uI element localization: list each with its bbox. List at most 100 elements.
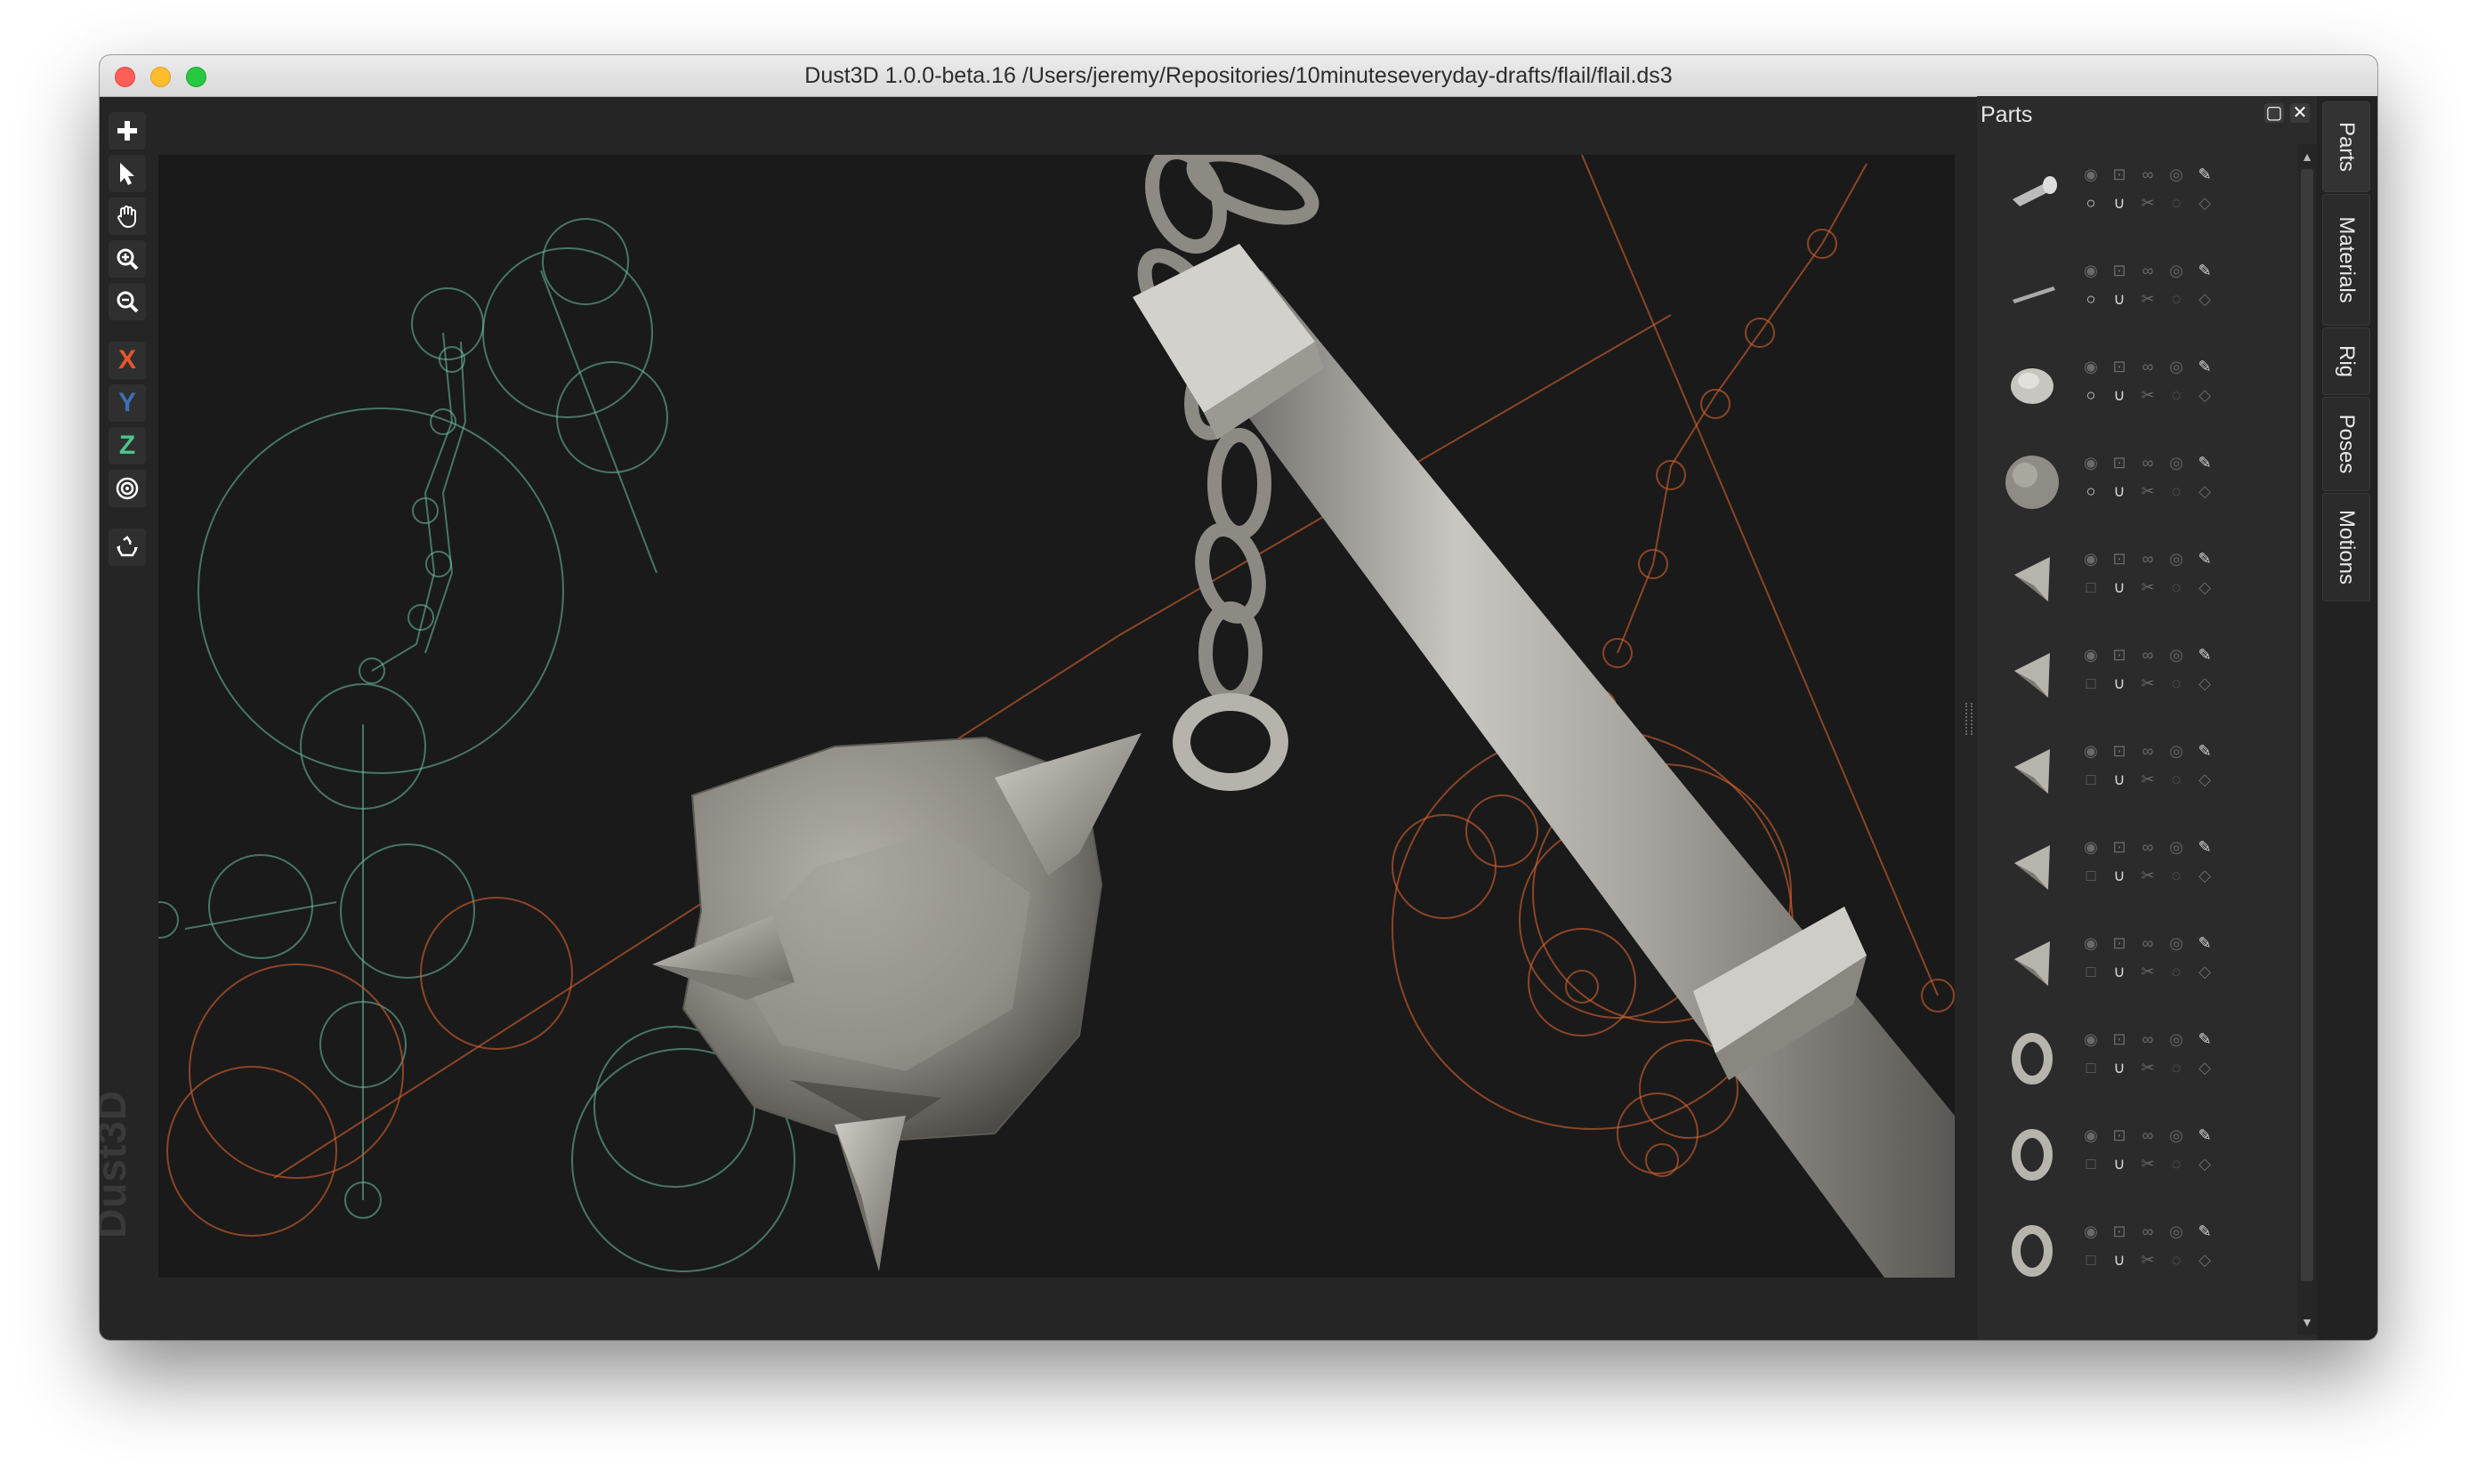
part-row[interactable]: ◉ ⊡ ∞ ◎ ✎ □ ∪ ✂ ◌ ◇ (1986, 1105, 2271, 1201)
regenerate-button[interactable] (109, 528, 146, 566)
chamfer-icon[interactable]: ◇ (2196, 963, 2214, 980)
lock-icon[interactable]: ⊡ (2110, 1126, 2128, 1144)
part-thumbnail[interactable] (1995, 827, 2070, 902)
mirror-icon[interactable]: ◎ (2167, 1030, 2185, 1048)
scroll-thumb[interactable] (2301, 169, 2313, 1281)
mirror-icon[interactable]: ◎ (2167, 646, 2185, 664)
eye-icon[interactable]: ◉ (2082, 454, 2100, 472)
cut-icon[interactable]: ✂ (2139, 770, 2157, 788)
close-panel-button[interactable]: ✕ (2290, 103, 2310, 123)
link-icon[interactable]: ∞ (2139, 1030, 2157, 1048)
cut-icon[interactable]: ✂ (2139, 1059, 2157, 1077)
part-thumbnail[interactable] (1995, 443, 2070, 518)
cut-icon[interactable]: ✂ (2139, 578, 2157, 596)
color-picker-icon[interactable]: ✎ (2196, 838, 2214, 856)
part-thumbnail[interactable] (1995, 539, 2070, 614)
rotate-icon[interactable]: ◌ (2167, 482, 2185, 500)
part-row[interactable]: ◉ ⊡ ∞ ◎ ✎ □ ∪ ✂ ◌ ◇ (1986, 625, 2271, 721)
part-row[interactable]: ◉ ⊡ ∞ ◎ ✎ □ ∪ ✂ ◌ ◇ (1986, 1009, 2271, 1105)
rotate-icon[interactable]: ◌ (2167, 194, 2185, 212)
chamfer-icon[interactable]: ◇ (2196, 578, 2214, 596)
mirror-icon[interactable]: ◎ (2167, 550, 2185, 568)
subdivide-icon[interactable]: □ (2082, 1251, 2100, 1269)
mirror-icon[interactable]: ◎ (2167, 1222, 2185, 1240)
part-thumbnail[interactable] (1995, 347, 2070, 422)
z-axis-button[interactable]: Z (109, 427, 146, 464)
lock-icon[interactable]: ⊡ (2110, 646, 2128, 664)
cut-icon[interactable]: ✂ (2139, 867, 2157, 884)
magnet-icon[interactable]: ∪ (2110, 963, 2128, 980)
part-row[interactable]: ◉ ⊡ ∞ ◎ ✎ □ ∪ ✂ ◌ ◇ (1986, 721, 2271, 817)
cut-icon[interactable]: ✂ (2139, 290, 2157, 308)
rotate-icon[interactable]: ◌ (2167, 1251, 2185, 1269)
mirror-icon[interactable]: ◎ (2167, 454, 2185, 472)
part-thumbnail[interactable] (1995, 1212, 2070, 1286)
color-picker-icon[interactable]: ✎ (2196, 550, 2214, 568)
rotate-icon[interactable]: ◌ (2167, 578, 2185, 596)
chamfer-icon[interactable]: ◇ (2196, 482, 2214, 500)
link-icon[interactable]: ∞ (2139, 358, 2157, 375)
lock-icon[interactable]: ⊡ (2110, 838, 2128, 856)
part-thumbnail[interactable] (1995, 1020, 2070, 1094)
rotate-icon[interactable]: ◌ (2167, 386, 2185, 404)
subdivide-icon[interactable]: □ (2082, 770, 2100, 788)
select-button[interactable] (109, 155, 146, 192)
color-picker-icon[interactable]: ✎ (2196, 1222, 2214, 1240)
magnet-icon[interactable]: ∪ (2110, 1155, 2128, 1173)
eye-icon[interactable]: ◉ (2082, 165, 2100, 183)
eye-icon[interactable]: ◉ (2082, 262, 2100, 279)
lock-icon[interactable]: ⊡ (2110, 742, 2128, 760)
mirror-icon[interactable]: ◎ (2167, 262, 2185, 279)
rotate-icon[interactable]: ◌ (2167, 290, 2185, 308)
subdivide-icon[interactable]: ○ (2082, 482, 2100, 500)
x-axis-button[interactable]: X (109, 342, 146, 379)
lock-icon[interactable]: ⊡ (2110, 1030, 2128, 1048)
subdivide-icon[interactable]: □ (2082, 963, 2100, 980)
link-icon[interactable]: ∞ (2139, 165, 2157, 183)
scroll-up-icon[interactable]: ▲ (2300, 149, 2314, 164)
magnet-icon[interactable]: ∪ (2110, 1251, 2128, 1269)
color-picker-icon[interactable]: ✎ (2196, 165, 2214, 183)
part-thumbnail[interactable] (1995, 923, 2070, 998)
eye-icon[interactable]: ◉ (2082, 934, 2100, 952)
scroll-down-icon[interactable]: ▼ (2300, 1315, 2314, 1329)
part-thumbnail[interactable] (1995, 1116, 2070, 1190)
model-viewport[interactable] (158, 155, 1955, 1278)
mirror-icon[interactable]: ◎ (2167, 742, 2185, 760)
magnet-icon[interactable]: ∪ (2110, 194, 2128, 212)
magnet-icon[interactable]: ∪ (2110, 578, 2128, 596)
color-picker-icon[interactable]: ✎ (2196, 358, 2214, 375)
tab-motions[interactable]: Motions (2322, 493, 2370, 601)
color-picker-icon[interactable]: ✎ (2196, 262, 2214, 279)
link-icon[interactable]: ∞ (2139, 742, 2157, 760)
eye-icon[interactable]: ◉ (2082, 1126, 2100, 1144)
link-icon[interactable]: ∞ (2139, 838, 2157, 856)
tab-rig[interactable]: Rig (2322, 327, 2370, 395)
eye-icon[interactable]: ◉ (2082, 550, 2100, 568)
subdivide-icon[interactable]: □ (2082, 1155, 2100, 1173)
chamfer-icon[interactable]: ◇ (2196, 1251, 2214, 1269)
color-picker-icon[interactable]: ✎ (2196, 454, 2214, 472)
radius-button[interactable] (109, 470, 146, 507)
cut-icon[interactable]: ✂ (2139, 1155, 2157, 1173)
subdivide-icon[interactable]: □ (2082, 674, 2100, 692)
mirror-icon[interactable]: ◎ (2167, 358, 2185, 375)
mirror-icon[interactable]: ◎ (2167, 838, 2185, 856)
zoom-out-button[interactable] (109, 283, 146, 320)
mirror-icon[interactable]: ◎ (2167, 934, 2185, 952)
cut-icon[interactable]: ✂ (2139, 1251, 2157, 1269)
magnet-icon[interactable]: ∪ (2110, 386, 2128, 404)
lock-icon[interactable]: ⊡ (2110, 550, 2128, 568)
lock-icon[interactable]: ⊡ (2110, 934, 2128, 952)
chamfer-icon[interactable]: ◇ (2196, 770, 2214, 788)
eye-icon[interactable]: ◉ (2082, 358, 2100, 375)
link-icon[interactable]: ∞ (2139, 1222, 2157, 1240)
link-icon[interactable]: ∞ (2139, 454, 2157, 472)
chamfer-icon[interactable]: ◇ (2196, 1155, 2214, 1173)
magnet-icon[interactable]: ∪ (2110, 770, 2128, 788)
cut-icon[interactable]: ✂ (2139, 482, 2157, 500)
add-button[interactable] (109, 112, 146, 149)
part-thumbnail[interactable] (1995, 251, 2070, 326)
color-picker-icon[interactable]: ✎ (2196, 646, 2214, 664)
tab-materials[interactable]: Materials (2322, 194, 2370, 326)
